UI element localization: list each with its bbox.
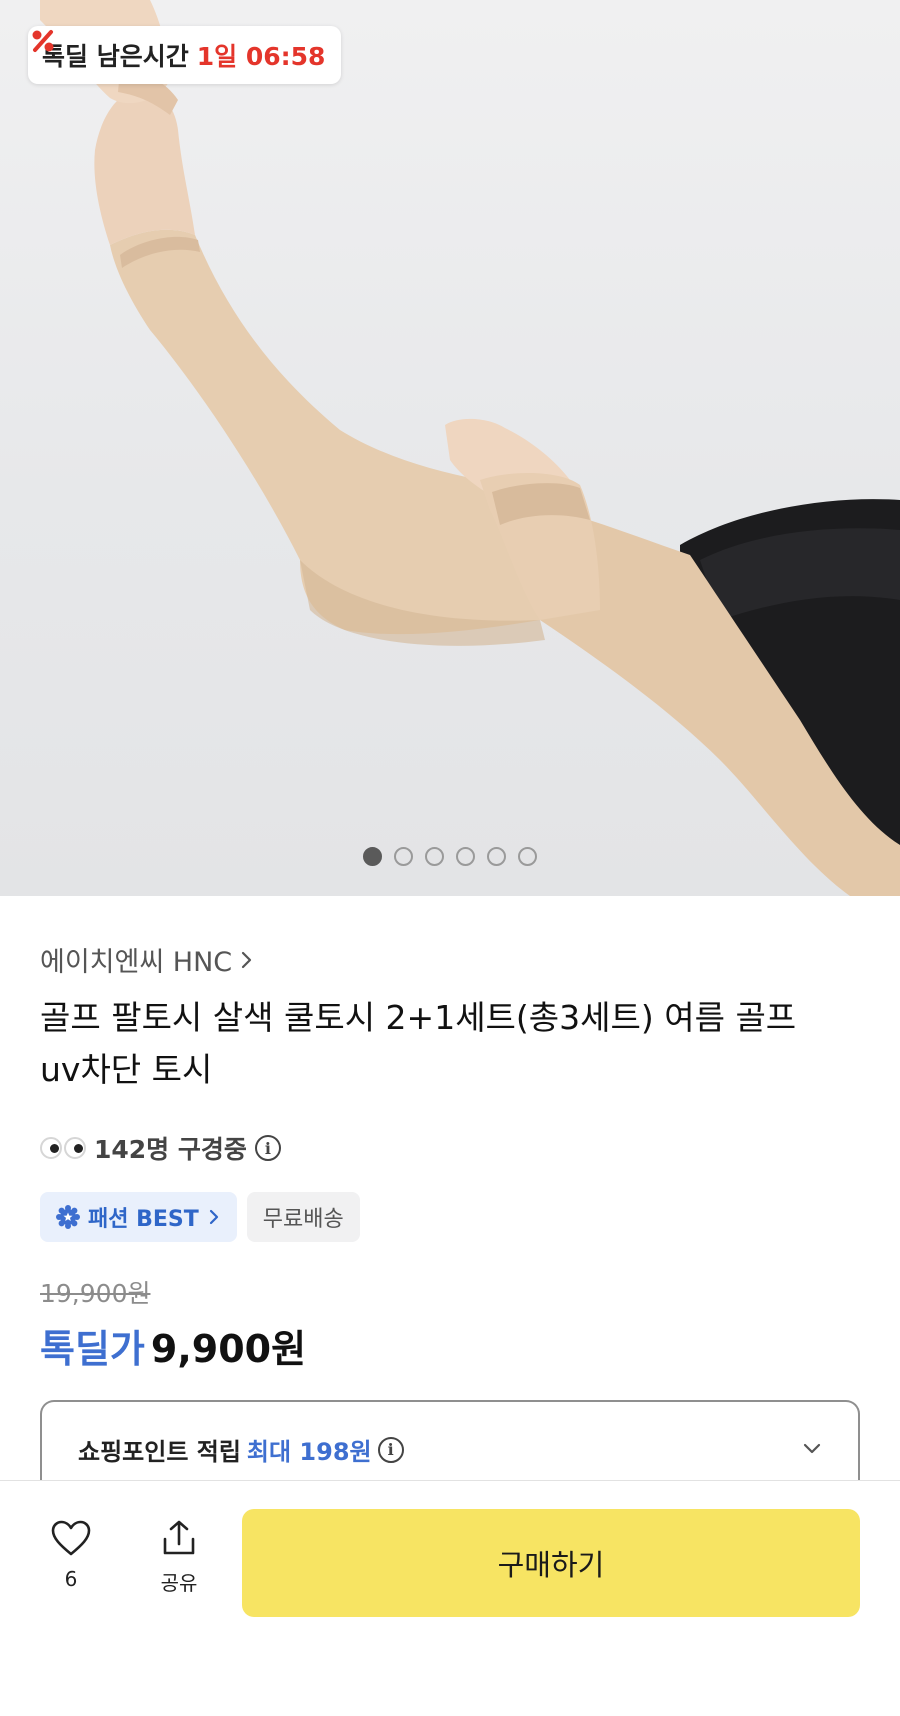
- deal-timer-time: 1일 06:58: [196, 42, 326, 71]
- heart-icon: [51, 1520, 91, 1556]
- product-title: 골프 팔토시 살색 쿨토시 2+1세트(총3세트) 여름 골프 uv차단 토시: [40, 998, 797, 1089]
- deal-price-row: 톡딜가 9,900원: [40, 1318, 306, 1373]
- points-label: 쇼핑포인트 적립: [78, 1438, 241, 1466]
- deal-price-label: 톡딜가: [40, 1327, 145, 1371]
- deal-timer-label: 톡딜 남은시간: [42, 42, 189, 71]
- deal-timer-badge: 톡딜 남은시간 1일 06:58: [28, 26, 342, 84]
- fashion-best-label: 패션 BEST: [88, 1207, 199, 1232]
- like-count: 6: [64, 1567, 78, 1591]
- chevron-right-icon: [209, 1209, 218, 1225]
- points-summary: 쇼핑포인트 적립 최대 198원 i: [78, 1432, 404, 1467]
- share-button[interactable]: 공유: [134, 1519, 224, 1596]
- best-badge-icon: [56, 1205, 80, 1229]
- carousel-dot-3[interactable]: [425, 847, 444, 866]
- carousel-dot-5[interactable]: [487, 847, 506, 866]
- like-button[interactable]: 6: [26, 1519, 116, 1591]
- share-label: 공유: [160, 1571, 198, 1595]
- viewer-count: 142명 구경중 i: [40, 1130, 281, 1166]
- original-price: 19,900원: [40, 1279, 151, 1308]
- carousel-indicator: [0, 847, 900, 866]
- free-shipping-label: 무료배송: [262, 1207, 344, 1232]
- carousel-dot-2[interactable]: [394, 847, 413, 866]
- points-max: 최대 198원: [246, 1438, 372, 1466]
- brand-link[interactable]: 에이치엔씨 HNC: [40, 940, 256, 979]
- carousel-dot-4[interactable]: [456, 847, 475, 866]
- product-photo: [40, 0, 900, 896]
- product-image-carousel[interactable]: 톡딜 남은시간 1일 06:58: [0, 0, 900, 896]
- chevron-right-icon: [242, 951, 252, 968]
- info-icon[interactable]: i: [377, 1436, 404, 1463]
- chevron-down-icon[interactable]: [800, 1436, 824, 1460]
- share-icon: [163, 1520, 195, 1555]
- carousel-dot-6[interactable]: [518, 847, 537, 866]
- info-icon[interactable]: i: [254, 1135, 281, 1161]
- badge-row: 패션 BEST 무료배송: [40, 1192, 360, 1242]
- fashion-best-badge[interactable]: 패션 BEST: [40, 1192, 237, 1242]
- viewer-count-text: 142명 구경중: [94, 1135, 247, 1164]
- carousel-dot-1[interactable]: [363, 847, 382, 866]
- buy-button[interactable]: 구매하기: [242, 1509, 860, 1617]
- free-shipping-badge: 무료배송: [246, 1192, 360, 1242]
- brand-name: 에이치엔씨 HNC: [40, 947, 233, 978]
- bottom-action-bar: 6 공유 구매하기: [0, 1480, 900, 1716]
- eyes-icon: [40, 1137, 86, 1159]
- deal-price: 9,900원: [150, 1327, 307, 1371]
- percent-icon: [32, 30, 54, 52]
